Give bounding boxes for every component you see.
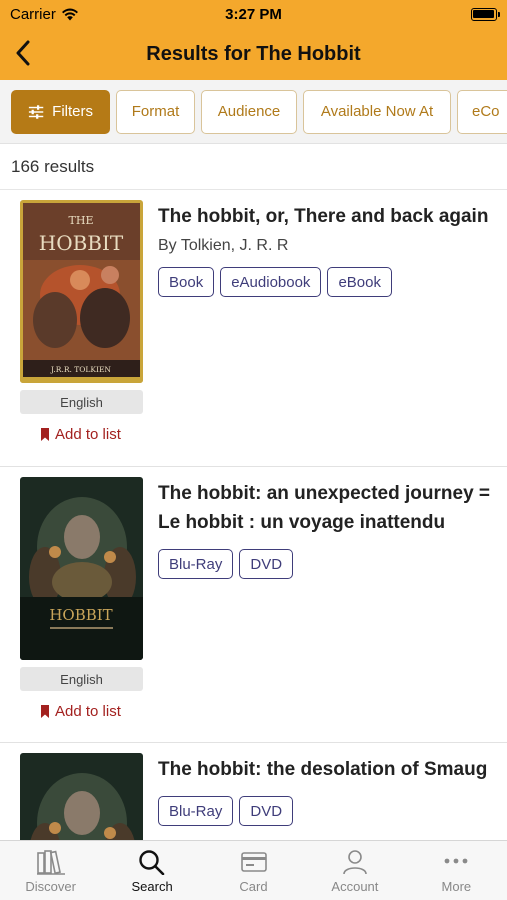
more-icon — [444, 858, 468, 864]
cover-author-text: J.R.R. TOLKIEN — [50, 365, 111, 374]
chevron-left-icon — [16, 40, 30, 66]
filter-chip-available-now[interactable]: Available Now At — [303, 89, 451, 134]
add-to-list-button[interactable]: Add to list — [40, 703, 121, 720]
tab-card-label: Card — [239, 879, 268, 894]
wifi-icon — [61, 8, 78, 20]
filters-button[interactable]: Filters — [11, 89, 110, 134]
tab-search-label: Search — [131, 879, 173, 894]
item-title[interactable]: The hobbit, or, There and back again — [158, 202, 493, 231]
tab-discover-label: Discover — [25, 879, 76, 894]
filter-chip-format-label: Format — [131, 103, 180, 120]
status-bar: Carrier 3:27 PM — [0, 0, 507, 28]
format-list: Blu-Ray DVD — [158, 549, 493, 579]
card-icon — [240, 852, 267, 872]
page-title: Results for The Hobbit — [146, 42, 361, 65]
add-to-list-label: Add to list — [55, 703, 121, 720]
book-cover-image[interactable]: THE HOBBIT J.R.R. TOLKIEN — [20, 200, 143, 383]
filters-label: Filters — [52, 103, 93, 120]
language-badge: English — [20, 390, 143, 414]
filter-chip-format[interactable]: Format — [116, 89, 195, 134]
format-button-eaudiobook[interactable]: eAudiobook — [220, 267, 322, 297]
cover-main-text: HOBBIT — [49, 606, 112, 624]
list-item[interactable]: The hobbit: the desolation of Smaug Blu-… — [0, 743, 507, 840]
item-details: The hobbit, or, There and back again By … — [158, 202, 493, 297]
person-icon — [343, 850, 367, 875]
filter-chip-audience[interactable]: Audience — [201, 89, 297, 134]
status-right — [377, 7, 500, 21]
add-to-list-button[interactable]: Add to list — [40, 426, 121, 443]
bookmark-icon — [41, 428, 49, 441]
item-title[interactable]: The hobbit: an unexpected journey = Le h… — [158, 479, 493, 537]
carrier-label: Carrier — [10, 5, 56, 23]
filter-chip-audience-label: Audience — [217, 103, 281, 120]
format-list: Blu-Ray DVD — [158, 796, 493, 826]
format-button-dvd[interactable]: DVD — [239, 549, 294, 579]
format-button-bluray[interactable]: Blu-Ray — [158, 796, 234, 826]
movie-cover-image[interactable] — [20, 753, 143, 840]
list-item[interactable]: HOBBIT English Add to list The hobbit: a… — [0, 467, 507, 743]
tab-more-label: More — [441, 879, 472, 894]
tab-search[interactable]: Search — [101, 841, 202, 900]
format-button-book[interactable]: Book — [158, 267, 215, 297]
cover-top-text: THE — [69, 214, 94, 227]
cover-main-text: HOBBIT — [39, 231, 124, 255]
item-details: The hobbit: an unexpected journey = Le h… — [158, 479, 493, 579]
sliders-icon — [28, 104, 44, 119]
filter-chip-econtent-label: eCo — [472, 103, 500, 120]
status-time: 3:27 PM — [225, 5, 282, 23]
add-to-list-label: Add to list — [55, 426, 121, 443]
format-list: Book eAudiobook eBook — [158, 267, 493, 297]
format-button-bluray[interactable]: Blu-Ray — [158, 549, 234, 579]
results-list: THE HOBBIT J.R.R. TOLKIEN English Add to… — [0, 189, 507, 840]
results-count: 166 results — [11, 157, 95, 176]
bookmark-icon — [41, 705, 49, 718]
status-left: Carrier — [10, 6, 130, 23]
movie-cover-image[interactable]: HOBBIT — [20, 477, 143, 660]
item-author: By Tolkien, J. R. R — [158, 237, 289, 254]
item-details: The hobbit: the desolation of Smaug Blu-… — [158, 755, 493, 826]
books-icon — [36, 850, 65, 875]
tab-bar: Discover Search Card Account More — [0, 840, 507, 900]
item-title[interactable]: The hobbit: the desolation of Smaug — [158, 755, 493, 784]
search-icon — [139, 850, 165, 875]
format-button-dvd[interactable]: DVD — [239, 796, 294, 826]
tab-more[interactable]: More — [406, 841, 507, 900]
back-button[interactable] — [8, 38, 38, 68]
tab-card[interactable]: Card — [203, 841, 304, 900]
nav-bar: Results for The Hobbit — [0, 28, 507, 80]
filter-chip-available-now-label: Available Now At — [320, 103, 434, 120]
battery-icon — [470, 7, 500, 21]
tab-discover[interactable]: Discover — [0, 841, 101, 900]
header: Carrier 3:27 PM Results for The Hobbit — [0, 0, 507, 80]
tab-account-label: Account — [331, 879, 379, 894]
filter-chip-econtent[interactable]: eCo — [457, 89, 507, 134]
language-badge: English — [20, 667, 143, 691]
filter-bar: Filters Format Audience Available Now At… — [0, 80, 507, 144]
list-item[interactable]: THE HOBBIT J.R.R. TOLKIEN English Add to… — [0, 190, 507, 467]
format-button-ebook[interactable]: eBook — [327, 267, 392, 297]
tab-account[interactable]: Account — [304, 841, 405, 900]
